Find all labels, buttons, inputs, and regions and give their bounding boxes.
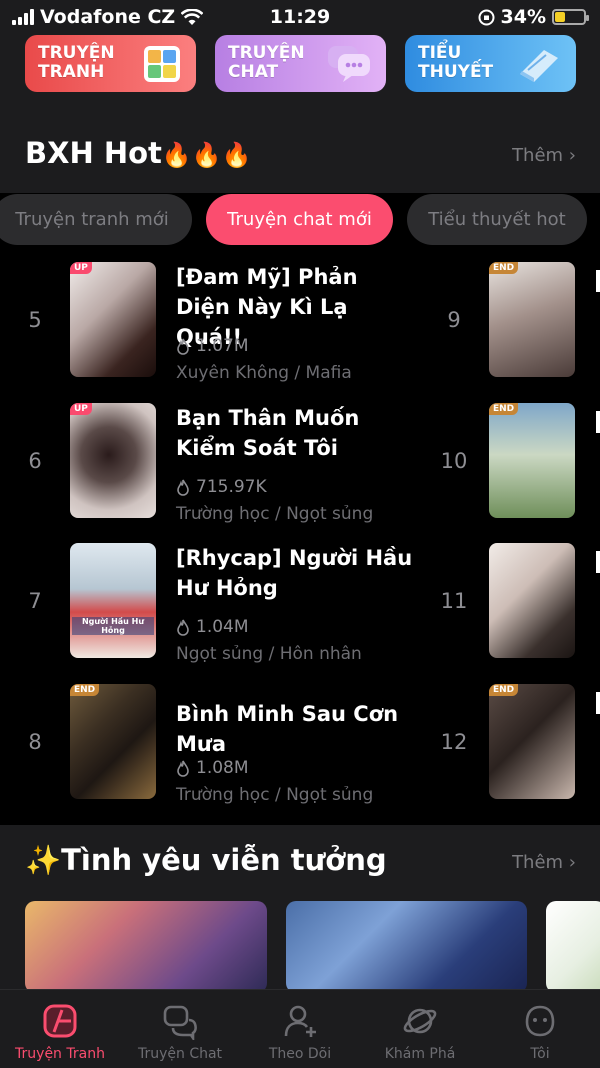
tab-new-chat-label: Truyện chat mới <box>227 209 372 230</box>
planet-icon <box>403 1008 437 1034</box>
nav-label: Theo Dõi <box>268 1046 332 1062</box>
ranking-item-right[interactable]: 9 END <box>0 262 600 380</box>
rank-number: 11 <box>440 589 468 613</box>
category-chat-button[interactable]: TRUYỆN CHAT <box>215 35 386 92</box>
nav-kham-pha[interactable]: Khám Phá <box>360 990 480 1068</box>
rank-number: 9 <box>447 308 461 332</box>
comic-tab-icon <box>43 1004 77 1038</box>
nav-label: Truyện Chat <box>137 1046 223 1062</box>
nav-label: Khám Phá <box>384 1046 456 1062</box>
status-bar: Vodafone CZ 11:29 34% <box>0 0 600 34</box>
fantasy-more-label: Thêm <box>512 852 564 873</box>
badge-end: END <box>489 262 519 274</box>
fire-emoji: 🔥🔥🔥 <box>161 141 252 169</box>
bottom-nav: Truyện Tranh Truyện Chat Theo Dõi Khám P… <box>0 989 600 1068</box>
fantasy-section-title: ✨Tình yêu viễn tưởng <box>25 843 387 877</box>
battery-icon <box>552 9 589 25</box>
story-cover: END <box>489 684 575 799</box>
story-cover: END <box>489 262 575 377</box>
nav-theo-doi[interactable]: Theo Dõi <box>240 990 360 1068</box>
category-row: TRUYỆN TRANH TRUYỆN CHAT TIỂU THUYẾT <box>25 35 576 92</box>
fantasy-card[interactable] <box>25 901 267 993</box>
chat-tab-icon <box>163 1005 197 1040</box>
nav-toi[interactable]: Tôi <box>480 990 600 1068</box>
story-cover: END <box>489 403 575 518</box>
ranking-item-right[interactable]: 12 END <box>0 684 600 802</box>
status-right: 34% <box>478 6 589 28</box>
nav-truyen-chat[interactable]: Truyện Chat <box>120 990 240 1068</box>
orientation-lock-icon <box>478 9 495 25</box>
category-comic-button[interactable]: TRUYỆN TRANH <box>25 35 196 92</box>
rank-number: 12 <box>440 730 468 754</box>
title-fragment <box>596 692 600 714</box>
profile-face-icon <box>525 1005 555 1037</box>
badge-end: END <box>489 403 519 415</box>
ranking-more-link[interactable]: Thêm › <box>512 145 576 166</box>
fantasy-more-link[interactable]: Thêm › <box>512 852 576 873</box>
category-novel-button[interactable]: TIỂU THUYẾT <box>405 35 576 92</box>
ranking-more-label: Thêm <box>512 145 564 166</box>
tab-hot-novels-label: Tiểu thuyết hot <box>428 209 566 230</box>
category-novel-label: TIỂU THUYẾT <box>418 43 494 82</box>
nav-truyen-tranh[interactable]: Truyện Tranh <box>0 990 120 1068</box>
tab-new-chat[interactable]: Truyện chat mới <box>206 194 393 245</box>
book-icon <box>520 50 558 82</box>
follow-icon <box>284 1005 316 1037</box>
battery-percent: 34% <box>500 6 546 28</box>
category-comic-label: TRUYỆN TRANH <box>38 43 115 82</box>
tab-hot-novels[interactable]: Tiểu thuyết hot <box>407 194 587 245</box>
title-fragment <box>596 411 600 433</box>
title-fragment <box>596 270 600 292</box>
tab-new-comics[interactable]: Truyện tranh mới <box>0 194 192 245</box>
nav-label: Tôi <box>530 1046 550 1062</box>
tab-new-comics-label: Truyện tranh mới <box>15 209 169 230</box>
ranking-title: BXH Hot <box>25 136 162 170</box>
ranking-item-right[interactable]: 11 <box>0 543 600 661</box>
badge-end: END <box>489 684 519 696</box>
nav-label: Truyện Tranh <box>15 1046 105 1062</box>
title-fragment <box>596 551 600 573</box>
ranking-item-right[interactable]: 10 END <box>0 403 600 521</box>
ranking-heading: BXH Hot🔥🔥🔥 <box>25 136 252 170</box>
chat-bubble-icon <box>328 46 370 82</box>
comic-grid-icon <box>144 46 180 82</box>
category-chat-label: TRUYỆN CHAT <box>228 43 305 82</box>
rank-number: 10 <box>440 449 468 473</box>
fantasy-card[interactable] <box>546 901 600 993</box>
story-cover <box>489 543 575 658</box>
fantasy-card[interactable] <box>286 901 527 993</box>
